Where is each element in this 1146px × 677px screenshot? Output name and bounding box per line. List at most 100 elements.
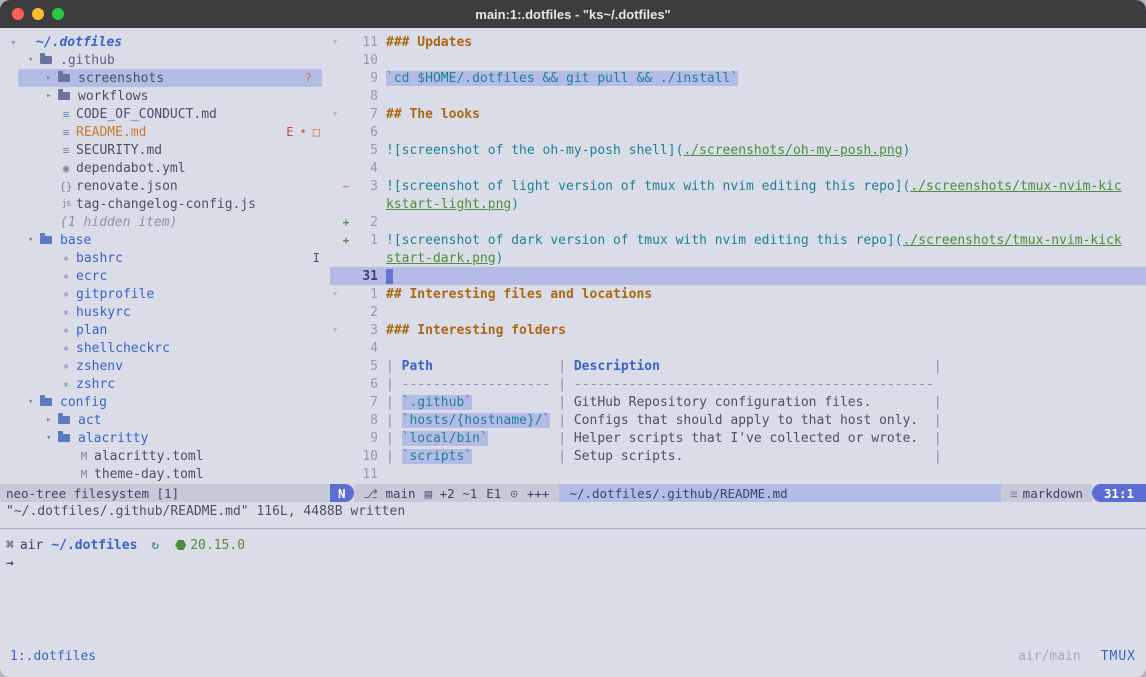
editor-line[interactable]: 6| ------------------- | ---------------…	[330, 375, 1146, 393]
editor-line[interactable]: +2	[330, 213, 1146, 231]
editor-line[interactable]: ~3![screenshot of light version of tmux …	[330, 177, 1146, 195]
chevron-down-icon[interactable]: ▾	[28, 235, 40, 245]
fold-open-icon[interactable]: ▿	[330, 289, 340, 299]
shell-icon: ∗	[58, 306, 74, 319]
shell-pane[interactable]: ⌘air~/.dotfiles↻20.15.0 →	[0, 536, 1146, 572]
fold-open-icon[interactable]: ▿	[330, 37, 340, 47]
editor-line[interactable]: 5| Path | Description |	[330, 357, 1146, 375]
tree-item-label: plan	[76, 323, 107, 338]
tree-item[interactable]: ▸act	[0, 411, 330, 429]
tree-item[interactable]: ≡SECURITY.md	[0, 141, 330, 159]
tree-item-label: bashrc	[76, 251, 123, 266]
chevron-down-icon[interactable]: ▾	[28, 397, 40, 407]
tree-item[interactable]: ∗shellcheckrc	[0, 339, 330, 357]
chevron-right-icon[interactable]: ▸	[46, 73, 58, 83]
diagnostic-error-badge: E	[286, 125, 293, 139]
chevron-right-icon[interactable]: ▸	[46, 91, 58, 101]
tree-item[interactable]: Mtheme-day.toml	[0, 465, 330, 483]
chevron-right-icon[interactable]: ▸	[46, 415, 58, 425]
apple-icon: ⌘	[6, 538, 14, 553]
tree-item[interactable]: ▾alacritty	[0, 429, 330, 447]
toml-icon: M	[76, 450, 92, 463]
tree-item[interactable]: (1 hidden item)	[0, 213, 330, 231]
tree-item-label: ecrc	[76, 269, 107, 284]
line-number: 8	[352, 413, 378, 428]
fold-open-icon[interactable]: ▿	[330, 109, 340, 119]
tree-item[interactable]: {}renovate.json	[0, 177, 330, 195]
editor-line[interactable]: 4	[330, 339, 1146, 357]
cursor	[386, 269, 393, 284]
tree-item[interactable]: ▸screenshots?	[18, 69, 322, 87]
editor-line[interactable]: ▿7## The looks	[330, 105, 1146, 123]
editor-line[interactable]: +1![screenshot of dark version of tmux w…	[330, 231, 1146, 249]
tree-item-label: alacritty.toml	[94, 449, 204, 464]
fold-open-icon[interactable]: ▿	[330, 325, 340, 335]
editor-line[interactable]: 10	[330, 51, 1146, 69]
tree-item[interactable]: ∗huskyrc	[0, 303, 330, 321]
folder-icon	[58, 74, 70, 82]
tmux-window-label[interactable]: 1:.dotfiles	[10, 649, 96, 664]
editor-line[interactable]: 6	[330, 123, 1146, 141]
tmux-status-bar: 1:.dotfiles air/main TMUX	[0, 645, 1146, 667]
tmux-pane-border[interactable]	[0, 528, 1146, 529]
text-segment-pipe: |	[558, 395, 574, 410]
editor-line[interactable]: 8	[330, 87, 1146, 105]
text-segment-th: Description	[574, 359, 660, 374]
text-segment-pipe: |	[934, 413, 942, 428]
text-segment-url: kstart-light.png	[386, 197, 511, 212]
tree-item[interactable]: ∗gitprofile	[0, 285, 330, 303]
js-icon: js	[58, 199, 74, 209]
tree-item[interactable]: ▾base	[0, 231, 330, 249]
text-segment-link: )	[511, 197, 519, 212]
tree-item[interactable]: ▾.github	[0, 51, 330, 69]
markdown-icon: ≡	[1010, 486, 1018, 501]
editor-line[interactable]: ▿1## Interesting files and locations	[330, 285, 1146, 303]
editor-line[interactable]: 31	[330, 267, 1146, 285]
terminal-window: main:1:.dotfiles - "ks~/.dotfiles" ▾~/.d…	[0, 0, 1146, 677]
line-number: 31	[352, 269, 378, 284]
chevron-down-icon[interactable]: ▾	[28, 55, 40, 65]
line-number: 9	[352, 71, 378, 86]
tree-item[interactable]: ∗zshrc	[0, 375, 330, 393]
chevron-down-icon[interactable]: ▾	[10, 36, 22, 49]
prompt-input-line[interactable]: →	[0, 554, 1146, 572]
line-number: 2	[352, 305, 378, 320]
editor-line[interactable]: 9| `local/bin` | Helper scripts that I'v…	[330, 429, 1146, 447]
editor-line[interactable]: 7| `.github` | GitHub Repository configu…	[330, 393, 1146, 411]
tree-item[interactable]: ∗bashrcI	[0, 249, 330, 267]
line-text: ### Updates	[386, 35, 1146, 50]
tree-item[interactable]: jstag-changelog-config.js	[0, 195, 330, 213]
editor-line[interactable]: 11	[330, 465, 1146, 483]
tree-item[interactable]: ≡README.mdE•□	[0, 123, 330, 141]
tree-item[interactable]: ∗plan	[0, 321, 330, 339]
text-segment-pipe: |	[934, 449, 942, 464]
tree-item[interactable]: ▸workflows	[0, 87, 330, 105]
text-segment-h: ## The looks	[386, 107, 480, 122]
tree-item[interactable]: ∗ecrc	[0, 267, 330, 285]
tree-item[interactable]: Malacritty.toml	[0, 447, 330, 465]
tree-item[interactable]: ▾~/.dotfiles	[0, 33, 330, 51]
tree-item[interactable]: ▾config	[0, 393, 330, 411]
tree-item[interactable]: ≡CODE_OF_CONDUCT.md	[0, 105, 330, 123]
editor-line[interactable]: 8| `hosts/{hostname}/` | Configs that sh…	[330, 411, 1146, 429]
chevron-down-icon[interactable]: ▾	[46, 433, 58, 443]
line-number: 6	[352, 125, 378, 140]
editor-line[interactable]: start-dark.png)	[330, 249, 1146, 267]
line-number: 11	[352, 35, 378, 50]
text-segment-code: `hosts/{hostname}/`	[402, 413, 551, 428]
editor-line[interactable]: 9`cd $HOME/.dotfiles && git pull && ./in…	[330, 69, 1146, 87]
editor-line[interactable]: 10| `scripts` | Setup scripts. |	[330, 447, 1146, 465]
window-title: main:1:.dotfiles - "ks~/.dotfiles"	[0, 7, 1146, 22]
tree-item[interactable]: ∗zshenv	[0, 357, 330, 375]
line-number: 6	[352, 377, 378, 392]
editor-line[interactable]: ▿3### Interesting folders	[330, 321, 1146, 339]
editor-line[interactable]: kstart-light.png)	[330, 195, 1146, 213]
editor-line[interactable]: 2	[330, 303, 1146, 321]
folder-icon	[40, 236, 52, 244]
editor-line[interactable]: ▿ 11 ### Updates	[330, 33, 1146, 51]
text-segment-txt	[488, 431, 558, 446]
editor-line[interactable]: 5![screenshot of the oh-my-posh shell](.…	[330, 141, 1146, 159]
line-number: 2	[352, 215, 378, 230]
tree-item[interactable]: ◉dependabot.yml	[0, 159, 330, 177]
editor-line[interactable]: 4	[330, 159, 1146, 177]
